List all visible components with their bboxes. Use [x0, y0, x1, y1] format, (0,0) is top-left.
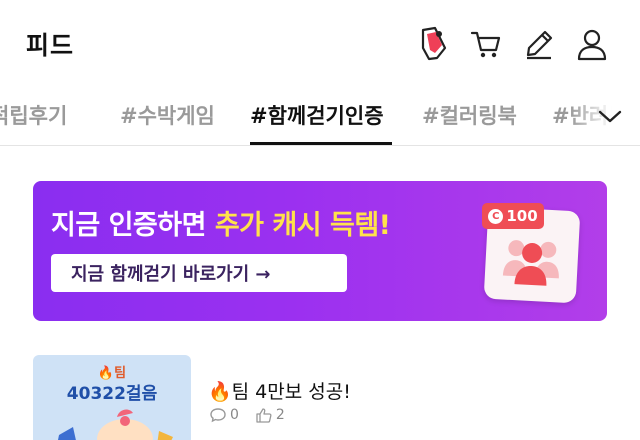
pedometer-icon[interactable] [414, 24, 450, 64]
tab-coloring-book[interactable]: #컬러링북 [422, 100, 517, 130]
cart-icon[interactable] [468, 24, 504, 64]
post-meta: 0 2 [209, 407, 295, 423]
comment-icon [210, 408, 226, 423]
page-title: 피드 [26, 31, 75, 60]
coin-reward-badge: C 100 [482, 203, 544, 229]
post-thumbnail[interactable]: 🔥팀 40322걸음 [33, 355, 191, 440]
tab-review[interactable]: 적립후기 [0, 100, 67, 130]
banner-headline-text: 지금 인증하면 [51, 210, 215, 241]
active-tab-indicator [250, 142, 392, 145]
tab-bar: 적립후기 #수박게임 #함께걷기인증 #컬러링북 #반려동물 [0, 88, 640, 146]
like-count: 2 [275, 407, 285, 423]
banner-cta-button[interactable]: 지금 함께걷기 바로가기 → [51, 254, 347, 292]
like-count-group[interactable]: 2 [255, 407, 285, 423]
header: 피드 [0, 0, 640, 86]
promo-banner[interactable]: 지금 인증하면 추가 캐시 득템! 지금 함께걷기 바로가기 → C 100 [33, 181, 607, 321]
post-title[interactable]: 🔥팀 4만보 성공! [208, 377, 351, 404]
character-illustration [58, 409, 173, 440]
banner-headline-highlight: 추가 캐시 득템! [214, 210, 391, 241]
coin-amount: 100 [506, 207, 538, 225]
chevron-down-icon[interactable] [596, 104, 624, 128]
comment-count: 0 [230, 407, 239, 423]
tab-watermelon-game[interactable]: #수박게임 [120, 100, 215, 130]
user-icon[interactable] [574, 24, 610, 64]
feed-item[interactable]: 🔥팀 40322걸음 🔥팀 4만보 성공! 0 2 [33, 355, 607, 440]
comment-count-group[interactable]: 0 [209, 407, 239, 423]
coin-icon: C [488, 208, 504, 224]
banner-headline: 지금 인증하면 추가 캐시 득템! [51, 203, 391, 242]
pencil-icon[interactable] [521, 24, 557, 64]
thumbs-up-icon [256, 408, 272, 423]
tab-walk-together[interactable]: #함께걷기인증 [250, 100, 384, 130]
